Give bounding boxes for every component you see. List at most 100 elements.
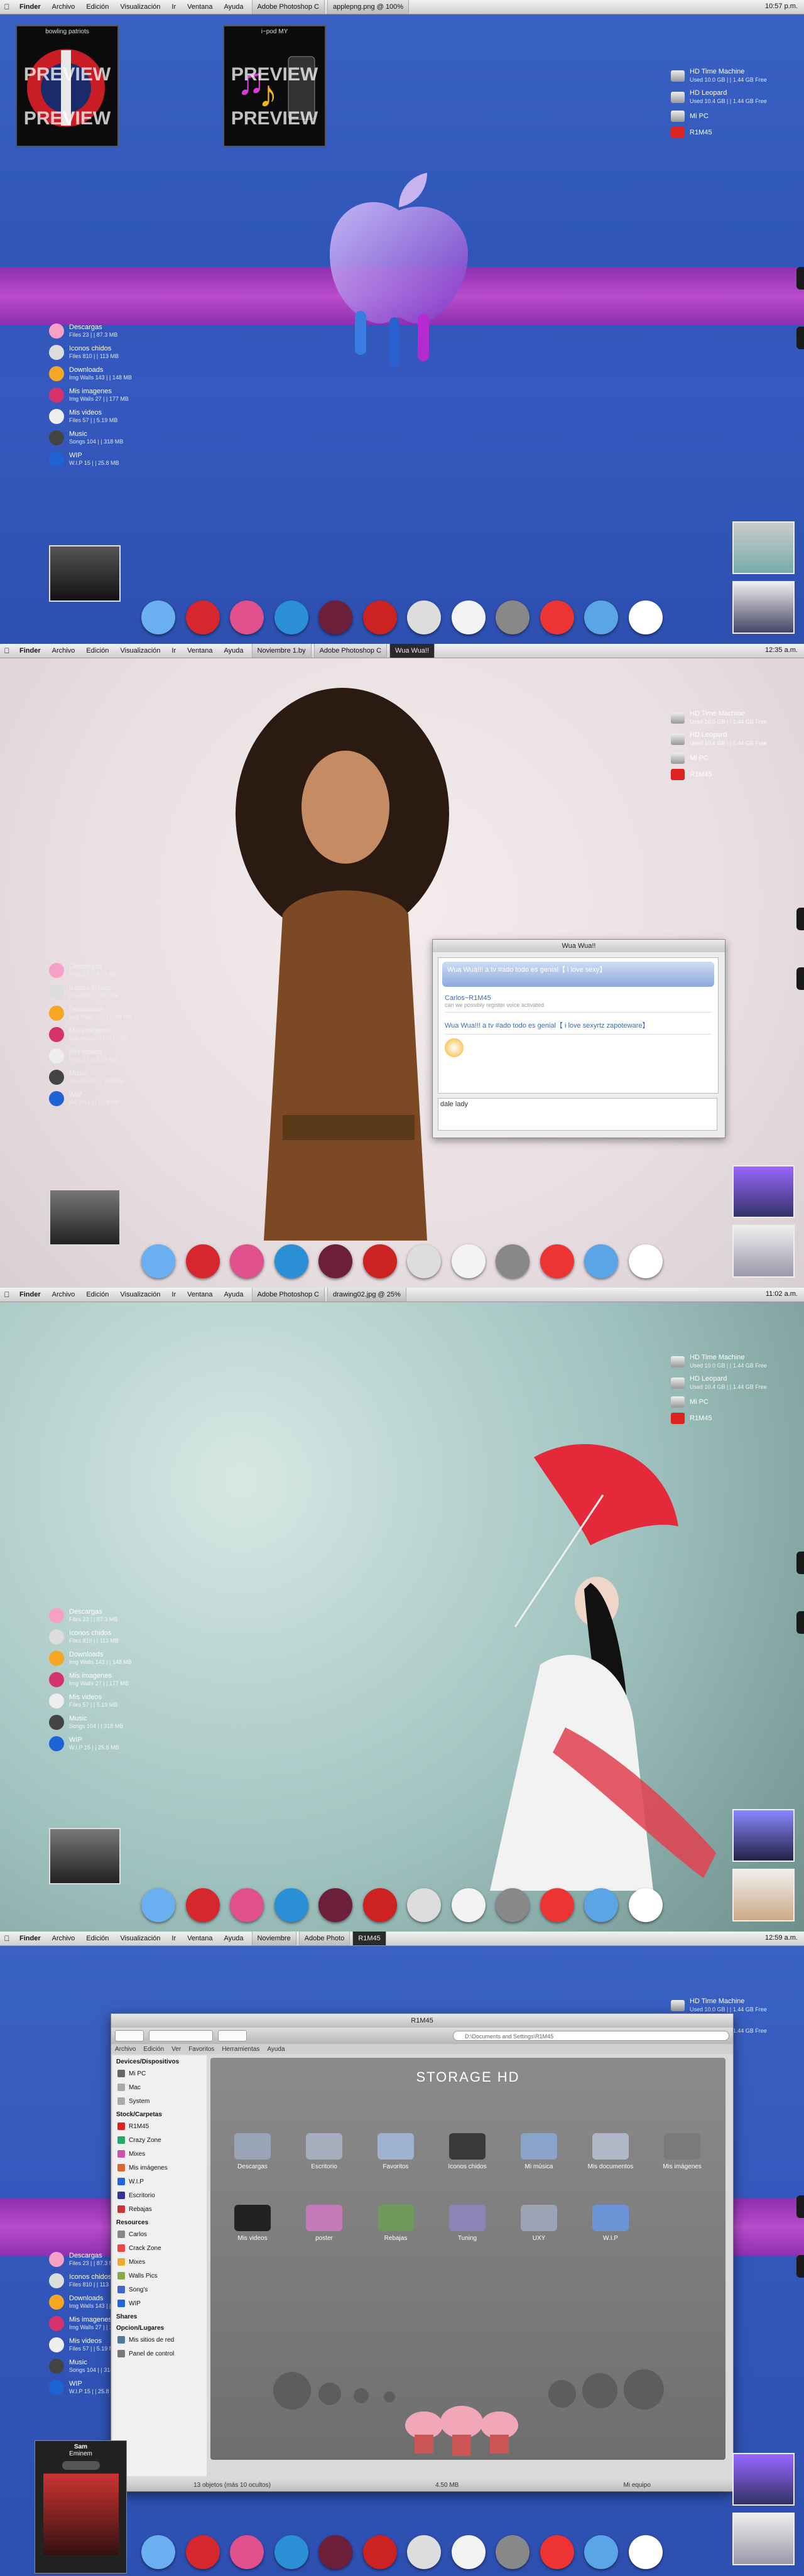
apple-menu-icon[interactable]:  xyxy=(0,1290,14,1299)
lock-icon[interactable] xyxy=(496,1888,530,1922)
folder-item[interactable]: Mis videos Files 57 | | 5.19 MB xyxy=(49,1693,175,1709)
folder-item[interactable]: Mis imágenes xyxy=(646,2133,718,2170)
safari-icon[interactable] xyxy=(407,1888,442,1922)
folder-item[interactable]: poster xyxy=(288,2205,360,2242)
record-icon[interactable] xyxy=(362,1244,397,1278)
menu-visualizacion[interactable]: Visualización xyxy=(114,1935,166,1942)
menu-archivo[interactable]: Archivo xyxy=(46,1291,81,1298)
folder-item[interactable]: Descargas xyxy=(217,2133,288,2170)
folder-item[interactable]: Downloads Img Walls 143 | | 148 MB xyxy=(49,1006,175,1021)
folder-item[interactable]: W.I.P xyxy=(575,2205,646,2242)
lock-icon[interactable] xyxy=(496,2535,530,2569)
drive-item[interactable]: Mi PC xyxy=(671,111,796,122)
side-drawer-handle[interactable] xyxy=(796,2195,804,2218)
taskbar-item-active[interactable]: Wua Wua!! xyxy=(389,644,435,658)
drive-item[interactable]: HD Time Machine Used 10.0 GB | | 1.44 GB … xyxy=(671,710,796,726)
side-drawer-handle[interactable] xyxy=(796,1552,804,1574)
window-thumbnail[interactable] xyxy=(732,1869,795,1921)
menu-visualizacion[interactable]: Visualización xyxy=(114,1291,166,1298)
taskbar-item[interactable]: applepng.png @ 100% xyxy=(327,0,410,14)
folder-item[interactable]: WIP W.I.P 15 | | 25.8 MB xyxy=(49,1091,175,1106)
drive-item[interactable]: HD LeopardUsed 10.4 GB | | 1.44 GB Free xyxy=(671,89,796,106)
drive-item[interactable]: Mi PC xyxy=(671,753,796,764)
menu-ir[interactable]: Ir xyxy=(166,3,182,11)
finder-menu-ayuda[interactable]: Ayuda xyxy=(267,2046,285,2053)
car-icon[interactable] xyxy=(540,1888,574,1922)
window-thumbnail[interactable] xyxy=(732,2513,795,2565)
sidebar-item[interactable]: Walls Pics xyxy=(112,2269,207,2283)
apple-menu-icon[interactable]:  xyxy=(0,3,14,11)
folder-item[interactable]: Iconos chidos Files 810 | | 113 MB xyxy=(49,1629,175,1644)
folder-item[interactable]: Rebajas xyxy=(360,2205,432,2242)
drive-item[interactable]: Mi PC xyxy=(671,1396,796,1408)
menu-edicion[interactable]: Edición xyxy=(80,1935,114,1942)
apple-menu-icon[interactable]:  xyxy=(0,1934,14,1943)
photoshop-icon[interactable] xyxy=(185,1244,220,1278)
sidebar-item[interactable]: Escritorio xyxy=(112,2188,207,2202)
menu-archivo[interactable]: Archivo xyxy=(46,647,81,655)
folder-item[interactable]: Iconos chidos xyxy=(432,2133,503,2170)
car-icon[interactable] xyxy=(540,601,574,634)
sidebar-item[interactable]: WIP xyxy=(112,2296,207,2310)
sidebar-item[interactable]: Mis sitios de red xyxy=(112,2333,207,2347)
messenger-icon[interactable] xyxy=(584,2535,619,2569)
sidebar-item[interactable]: Crazy Zone xyxy=(112,2133,207,2147)
finder-menu-herramientas[interactable]: Herramientas xyxy=(222,2046,259,2053)
chat-title-bar[interactable]: Wua Wua!! xyxy=(433,940,725,952)
taskbar-item[interactable]: Noviembre xyxy=(251,1932,296,1945)
sidebar-item[interactable]: Song's xyxy=(112,2283,207,2296)
folder-item[interactable]: WIP W.I.P 15 | | 25.8 MB xyxy=(49,452,175,467)
mouse-icon[interactable] xyxy=(628,2535,663,2569)
drive-item[interactable]: R1M45 xyxy=(671,769,796,780)
record-icon[interactable] xyxy=(362,1888,397,1922)
view-mode-buttons[interactable] xyxy=(149,2030,213,2041)
feather-icon[interactable] xyxy=(274,601,308,634)
photoshop-icon[interactable] xyxy=(185,1888,220,1922)
itunes-icon[interactable] xyxy=(451,1888,486,1922)
album-art-thumb[interactable] xyxy=(49,1828,121,1884)
folder-item[interactable]: WIP W.I.P 15 | | 25.8 MB xyxy=(49,1736,175,1751)
window-thumbnail[interactable] xyxy=(732,1165,795,1218)
back-forward-buttons[interactable] xyxy=(115,2030,144,2041)
folder-item[interactable]: Mis imagenes Img Walls 27 | | 177 MB xyxy=(49,1672,175,1687)
finder-menu-favoritos[interactable]: Favoritos xyxy=(188,2046,214,2053)
folder-item[interactable]: Music Songs 104 | | 318 MB xyxy=(49,430,175,445)
menu-archivo[interactable]: Archivo xyxy=(46,1935,81,1942)
taskbar-item[interactable]: Adobe Photoshop C xyxy=(251,1288,325,1302)
drive-item[interactable]: HD LeopardUsed 10.4 GB | | 1.44 GB Free xyxy=(671,1375,796,1391)
menu-archivo[interactable]: Archivo xyxy=(46,3,81,11)
sidebar-item[interactable]: Carlos xyxy=(112,2227,207,2241)
mail-icon[interactable] xyxy=(141,1888,175,1922)
media-icon[interactable] xyxy=(318,2535,353,2569)
music-widget[interactable]: Sam Eminem xyxy=(35,2440,127,2573)
window-thumbnail[interactable] xyxy=(732,521,795,574)
side-drawer-handle[interactable] xyxy=(796,967,804,990)
menu-ventana[interactable]: Ventana xyxy=(182,647,218,655)
menu-ayuda[interactable]: Ayuda xyxy=(219,1291,249,1298)
mail-icon[interactable] xyxy=(141,2535,175,2569)
side-drawer-handle[interactable] xyxy=(796,327,804,349)
folder-item[interactable]: Tuning xyxy=(432,2205,503,2242)
folder-item[interactable]: Iconos chidos Files 810 | | 113 MB xyxy=(49,984,175,999)
media-icon[interactable] xyxy=(318,1888,353,1922)
path-search-field[interactable]: D:\Documents and Settings\R1M45 xyxy=(453,2031,729,2041)
chat-icon[interactable] xyxy=(230,1888,264,1922)
messenger-icon[interactable] xyxy=(584,1244,619,1278)
folder-item[interactable]: Escritorio xyxy=(288,2133,360,2170)
itunes-icon[interactable] xyxy=(451,601,486,634)
taskbar-item[interactable]: drawing02.jpg @ 25% xyxy=(327,1288,406,1302)
sidebar-item[interactable]: Mac xyxy=(112,2080,207,2094)
menu-ventana[interactable]: Ventana xyxy=(182,1291,218,1298)
menu-ventana[interactable]: Ventana xyxy=(182,1935,218,1942)
finder-menu-ver[interactable]: Ver xyxy=(171,2046,181,2053)
window-thumbnail[interactable] xyxy=(732,1225,795,1278)
side-drawer-handle[interactable] xyxy=(796,267,804,290)
taskbar-item-active[interactable]: R1M45 xyxy=(352,1932,386,1945)
sidebar-item[interactable]: Mis imágenes xyxy=(112,2161,207,2175)
drive-item[interactable]: HD LeopardUsed 10.4 GB | | 1.44 GB Free xyxy=(671,731,796,747)
apple-menu-icon[interactable]:  xyxy=(0,646,14,655)
lock-icon[interactable] xyxy=(496,601,530,634)
window-thumbnail[interactable] xyxy=(732,1809,795,1862)
sidebar-item[interactable]: Rebajas xyxy=(112,2202,207,2216)
window-thumbnail[interactable] xyxy=(732,2453,795,2506)
